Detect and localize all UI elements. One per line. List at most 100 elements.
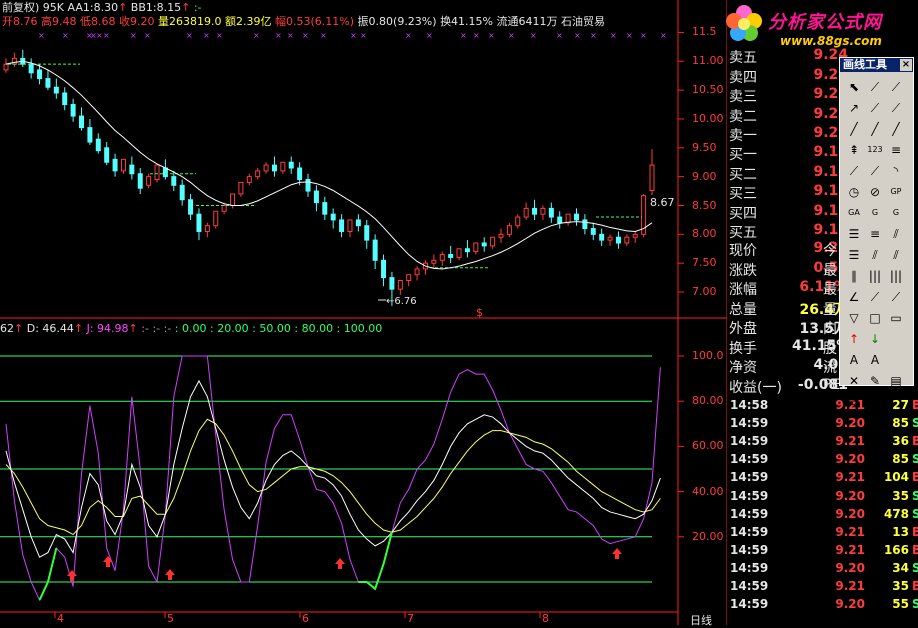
candle-body (3, 63, 9, 71)
tick-time: 14:58 (730, 398, 769, 412)
tick-time: 14:59 (730, 416, 769, 431)
drawing-tool-button[interactable]: ||| (886, 266, 906, 286)
tick-price: 9.21 (835, 524, 865, 539)
signal-marker: × (144, 31, 151, 40)
j-line (5, 355, 661, 602)
drawing-tool-button[interactable]: ⫽ (865, 245, 885, 265)
drawing-tool-button[interactable]: ☰ (844, 224, 864, 244)
candle-body (230, 193, 236, 206)
title: 前复权) (2, 1, 40, 14)
signal-marker: × (130, 31, 137, 40)
quote-tail: 最 (823, 262, 837, 279)
price-tick-label: 7.50 (692, 256, 717, 270)
period: 95K (42, 1, 65, 14)
candle-body (515, 216, 521, 227)
drawing-tool-button[interactable]: ↗ (844, 98, 864, 118)
period-button[interactable]: 日线 (690, 612, 712, 628)
drawing-tool-button[interactable]: G (865, 203, 885, 223)
drawing-tool-button[interactable]: ╱ (844, 119, 864, 139)
tick-row: 14:59 9.20 35 S (727, 489, 918, 505)
signal-marker: × (216, 31, 223, 40)
close-icon[interactable]: × (900, 59, 912, 71)
drawing-tool-button[interactable]: ▽ (844, 308, 864, 328)
candle-body (431, 259, 437, 264)
candle-body (414, 268, 420, 276)
indicator-tick-label: 60.00 (692, 439, 724, 453)
tick-price: 9.20 (835, 488, 865, 503)
drawing-tool-button[interactable]: ⟋ (844, 161, 864, 181)
grid-layer: × × ×× × × × × × × × × × × × × × × × × × × × × × × × × × × × × (0, 0, 728, 625)
drawing-tool-button[interactable]: ⟋ (865, 287, 885, 307)
drawing-tool-button[interactable]: A (865, 350, 885, 370)
candle-body (280, 161, 286, 172)
candle-body (448, 254, 454, 258)
signal-marker: × (103, 31, 110, 40)
drawing-tool-button[interactable] (886, 329, 906, 349)
drawing-tool-button[interactable] (886, 392, 906, 412)
drawing-tool-button[interactable]: ⫽ (886, 245, 906, 265)
signal-marker: × (203, 31, 210, 40)
tick-price: 9.21 (835, 470, 865, 485)
toolbox-title-bar[interactable]: 画线工具 × (840, 58, 913, 72)
drawing-tool-button[interactable]: ⬉ (844, 77, 864, 97)
drawing-tool-button[interactable]: ∠ (844, 287, 864, 307)
bb1-label: BB1: (130, 1, 157, 14)
drawing-tool-button[interactable]: ↑ (844, 329, 864, 349)
drawing-tool-button[interactable]: ≡ (865, 224, 885, 244)
drawing-tool-button[interactable]: ≡ (886, 140, 906, 160)
candle-body (37, 69, 43, 80)
drawing-tool-button[interactable]: 123 (865, 140, 885, 160)
drawing-toolbox[interactable]: 画线工具 × ⬉ ⟋ ⟋ ↗ ⟋ ⟋ ╱ ╱ ╱ ⇞ 123 ≡ ⟋ ⟋ ◝ ◷ ⊘ GP GA G G ☰ ≡ ⫽ ☰ ⫽ ⫽ ∥ |… (839, 57, 914, 409)
drawing-tool-button[interactable]: ↓ (865, 329, 885, 349)
drawing-tool-button[interactable]: ⟋ (886, 98, 906, 118)
signal-marker: × (610, 31, 617, 40)
drawing-tool-button[interactable]: ▤ (886, 371, 906, 391)
j-value: J: 94.98 (86, 322, 129, 335)
drawing-tool-button[interactable]: ✎ (865, 371, 885, 391)
drawing-tool-button[interactable]: ╱ (865, 119, 885, 139)
indicator-levels: : 0.00 : 20.00 : 50.00 : 80.00 : 100.00 (174, 322, 383, 335)
drawing-tool-button[interactable]: ▭ (886, 308, 906, 328)
tick-row: 14:59 9.21 35 B (727, 579, 918, 595)
drawing-tool-button[interactable]: ⟋ (886, 77, 906, 97)
signal-marker: × (62, 31, 69, 40)
drawing-tool-button[interactable] (886, 350, 906, 370)
drawing-tool-button[interactable]: ⟋ (865, 98, 885, 118)
drawing-tool-button[interactable]: ◷ (844, 182, 864, 202)
drawing-tool-button[interactable]: A (844, 350, 864, 370)
drawing-tool-button[interactable]: ◝ (886, 161, 906, 181)
drawing-tool-button[interactable]: ⟋ (865, 161, 885, 181)
candle-body (347, 219, 353, 232)
drawing-tool-button[interactable]: ☰ (844, 245, 864, 265)
quote-label: 换手 (729, 340, 757, 357)
tick-volume: 13 (892, 524, 909, 539)
indicator-tick-label: 40.00 (692, 484, 724, 498)
drawing-tool-button[interactable]: ∥ (844, 266, 864, 286)
drawing-tool-button[interactable]: GA (844, 203, 864, 223)
drawing-tool-button[interactable]: ✕ (844, 371, 864, 391)
drawing-tool-button[interactable]: ||| (865, 266, 885, 286)
drawing-tool-button[interactable]: ▭ (844, 392, 864, 412)
candle-body (45, 78, 51, 88)
drawing-tool-button[interactable]: ⟋ (886, 287, 906, 307)
drawing-tool-button[interactable]: ╱ (886, 119, 906, 139)
drawing-tool-button[interactable]: ⟋ (865, 77, 885, 97)
price-tick-label: 7.00 (692, 285, 717, 299)
tick-direction: B (912, 579, 918, 593)
change-value: 幅0.53(6.11%) (275, 15, 355, 28)
drawing-tool-button[interactable]: ▣ (865, 392, 885, 412)
date-label: 6 (302, 612, 309, 625)
drawing-tool-button[interactable]: □ (865, 308, 885, 328)
logo-text: 分析家公式网 (768, 12, 882, 33)
candle-body (481, 242, 487, 247)
candle-body (557, 216, 563, 224)
drawing-tool-button[interactable]: ⇞ (844, 140, 864, 160)
drawing-tool-button[interactable]: GP (886, 182, 906, 202)
tick-price: 9.20 (835, 560, 865, 575)
candle-body (339, 219, 345, 232)
quote-tail: 股 (823, 340, 837, 357)
drawing-tool-button[interactable]: ⫽ (886, 224, 906, 244)
up-arrow-icon: ↑ (128, 322, 138, 335)
drawing-tool-button[interactable]: G (886, 203, 906, 223)
drawing-tool-button[interactable]: ⊘ (865, 182, 885, 202)
